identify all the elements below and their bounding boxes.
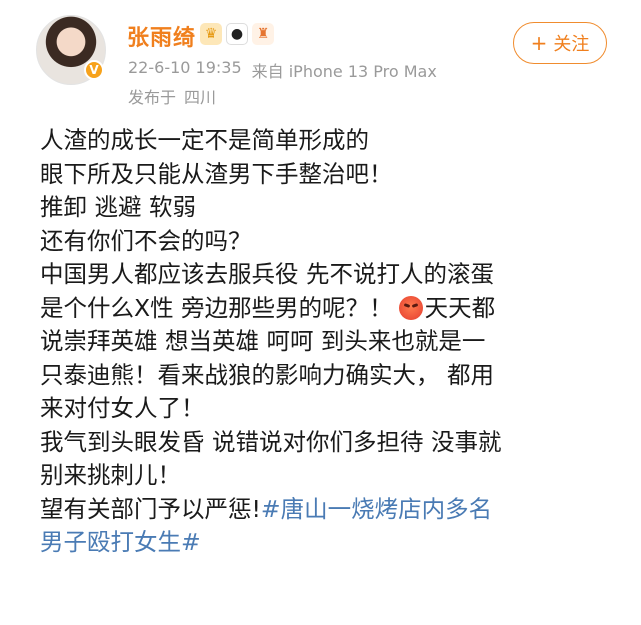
verified-badge-icon: V [84, 60, 104, 80]
follow-label: 关注 [553, 34, 590, 55]
hashtag-link[interactable]: 男子殴打女生# [40, 528, 201, 556]
angry-emoji-icon [398, 295, 423, 320]
chair-badge-icon: ♜ [252, 23, 274, 45]
post-line: 来对付女人了！ [40, 394, 205, 422]
post-line: 推卸 逃避 软弱 [40, 193, 196, 221]
post-line: 还有你们不会的吗？ [40, 226, 252, 255]
post-line: 男子殴打女生# [40, 526, 620, 560]
location-label: 发布于 [128, 88, 177, 107]
post-line: 人渣的成长一定不是简单形成的 [40, 126, 369, 154]
post-source: 来自 iPhone 13 Pro Max [251, 62, 437, 81]
post-line: 只泰迪熊！看来战狼的影响力确实大， 都用 [40, 360, 494, 389]
post-line: 眼下所及只能从渣男下手整治吧！ [40, 159, 393, 188]
post-text: 天天都 [424, 293, 496, 322]
user-badges: ♛ ● ♜ [200, 23, 274, 45]
plus-icon: + [530, 31, 548, 55]
post-line: 望有关部门予以严惩!#唐山一烧烤店内多名 [40, 493, 620, 527]
follow-button[interactable]: + 关注 [513, 22, 607, 64]
username[interactable]: 张雨绮 [127, 20, 196, 52]
panda-badge-icon: ● [226, 23, 248, 45]
post-time: 22-6-10 19:35 [128, 58, 242, 77]
post-location: 发布于 四川 [128, 84, 216, 108]
post-text: 望有关部门予以严惩! [40, 494, 261, 523]
post-line: 是个什么X性 旁边那些男的呢？！ 天天都 [40, 292, 620, 326]
post-line: 别来挑刺儿！ [40, 461, 181, 489]
post-line: 说崇拜英雄 想当英雄 呵呵 到头来也就是一 [40, 327, 486, 355]
location-value: 四川 [184, 88, 217, 107]
crown-badge-icon: ♛ [200, 23, 222, 45]
post-line: 我气到头眼发昏 说错说对你们多担待 没事就 [40, 427, 502, 456]
post-meta: 22-6-10 19:35 来自 iPhone 13 Pro Max [128, 58, 437, 82]
post-line: 中国男人都应该去服兵役 先不说打人的滚蛋 [40, 260, 494, 288]
hashtag-link[interactable]: #唐山一烧烤店内多名 [261, 495, 492, 523]
post-text: 是个什么X性 旁边那些男的呢？！ [40, 293, 393, 322]
post-content: 人渣的成长一定不是简单形成的 眼下所及只能从渣男下手整治吧！ 推卸 逃避 软弱 … [40, 124, 620, 560]
